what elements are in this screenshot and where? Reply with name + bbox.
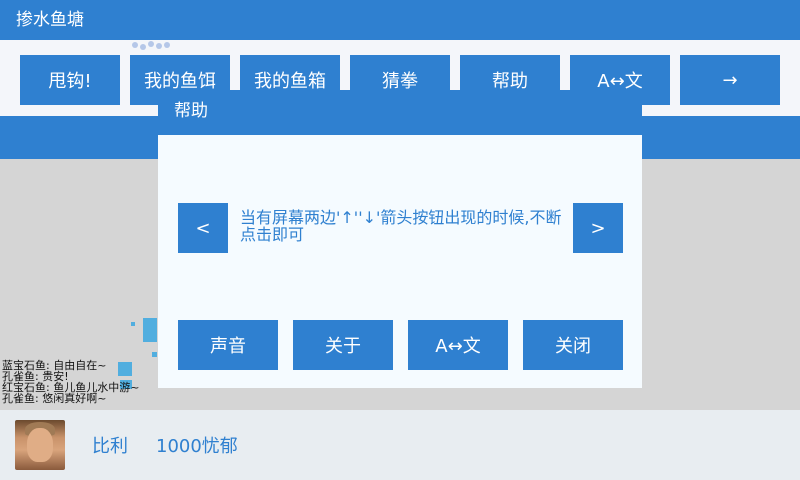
avatar-face <box>27 428 53 462</box>
pixel-decoration <box>143 318 157 342</box>
chat-log: 蓝宝石鱼: 自由自在~ 孔雀鱼: 贵安! 红宝石鱼: 鱼儿鱼儿水中游~ 孔雀鱼:… <box>2 360 162 404</box>
help-dialog-header: 帮助 <box>158 90 642 135</box>
player-score: 1000忧郁 <box>156 436 238 457</box>
previous-page-button[interactable]: < <box>178 203 228 253</box>
dialog-language-toggle-button[interactable]: A↔文 <box>408 320 508 370</box>
chevron-right-icon: > <box>590 217 606 239</box>
dialog-language-toggle-label: A↔文 <box>435 336 481 357</box>
decorative-bubbles <box>132 40 172 50</box>
close-label: 关闭 <box>555 336 591 357</box>
next-page-button[interactable]: > <box>573 203 623 253</box>
next-arrow-button[interactable]: → <box>680 55 780 105</box>
cast-hook-label: 甩钩! <box>48 71 92 92</box>
chat-line: 孔雀鱼: 悠闲真好啊~ <box>2 392 107 405</box>
pixel-decoration <box>131 322 135 326</box>
chevron-left-icon: < <box>195 217 211 239</box>
right-arrow-icon: → <box>722 69 738 91</box>
sound-button[interactable]: 声音 <box>178 320 278 370</box>
close-button[interactable]: 关闭 <box>523 320 623 370</box>
help-dialog-title: 帮助 <box>174 101 208 121</box>
sound-label: 声音 <box>210 336 246 357</box>
app-title-bar: 掺水鱼塘 <box>0 0 800 40</box>
avatar[interactable] <box>15 420 65 470</box>
app-title: 掺水鱼塘 <box>16 10 84 30</box>
about-label: 关于 <box>325 336 361 357</box>
help-text: 当有屏幕两边'↑''↓'箭头按钮出现的时候,不断点击即可 <box>240 208 562 244</box>
player-name: 比利 <box>92 436 128 457</box>
pixel-decoration <box>152 352 157 357</box>
about-button[interactable]: 关于 <box>293 320 393 370</box>
cast-hook-button[interactable]: 甩钩! <box>20 55 120 105</box>
